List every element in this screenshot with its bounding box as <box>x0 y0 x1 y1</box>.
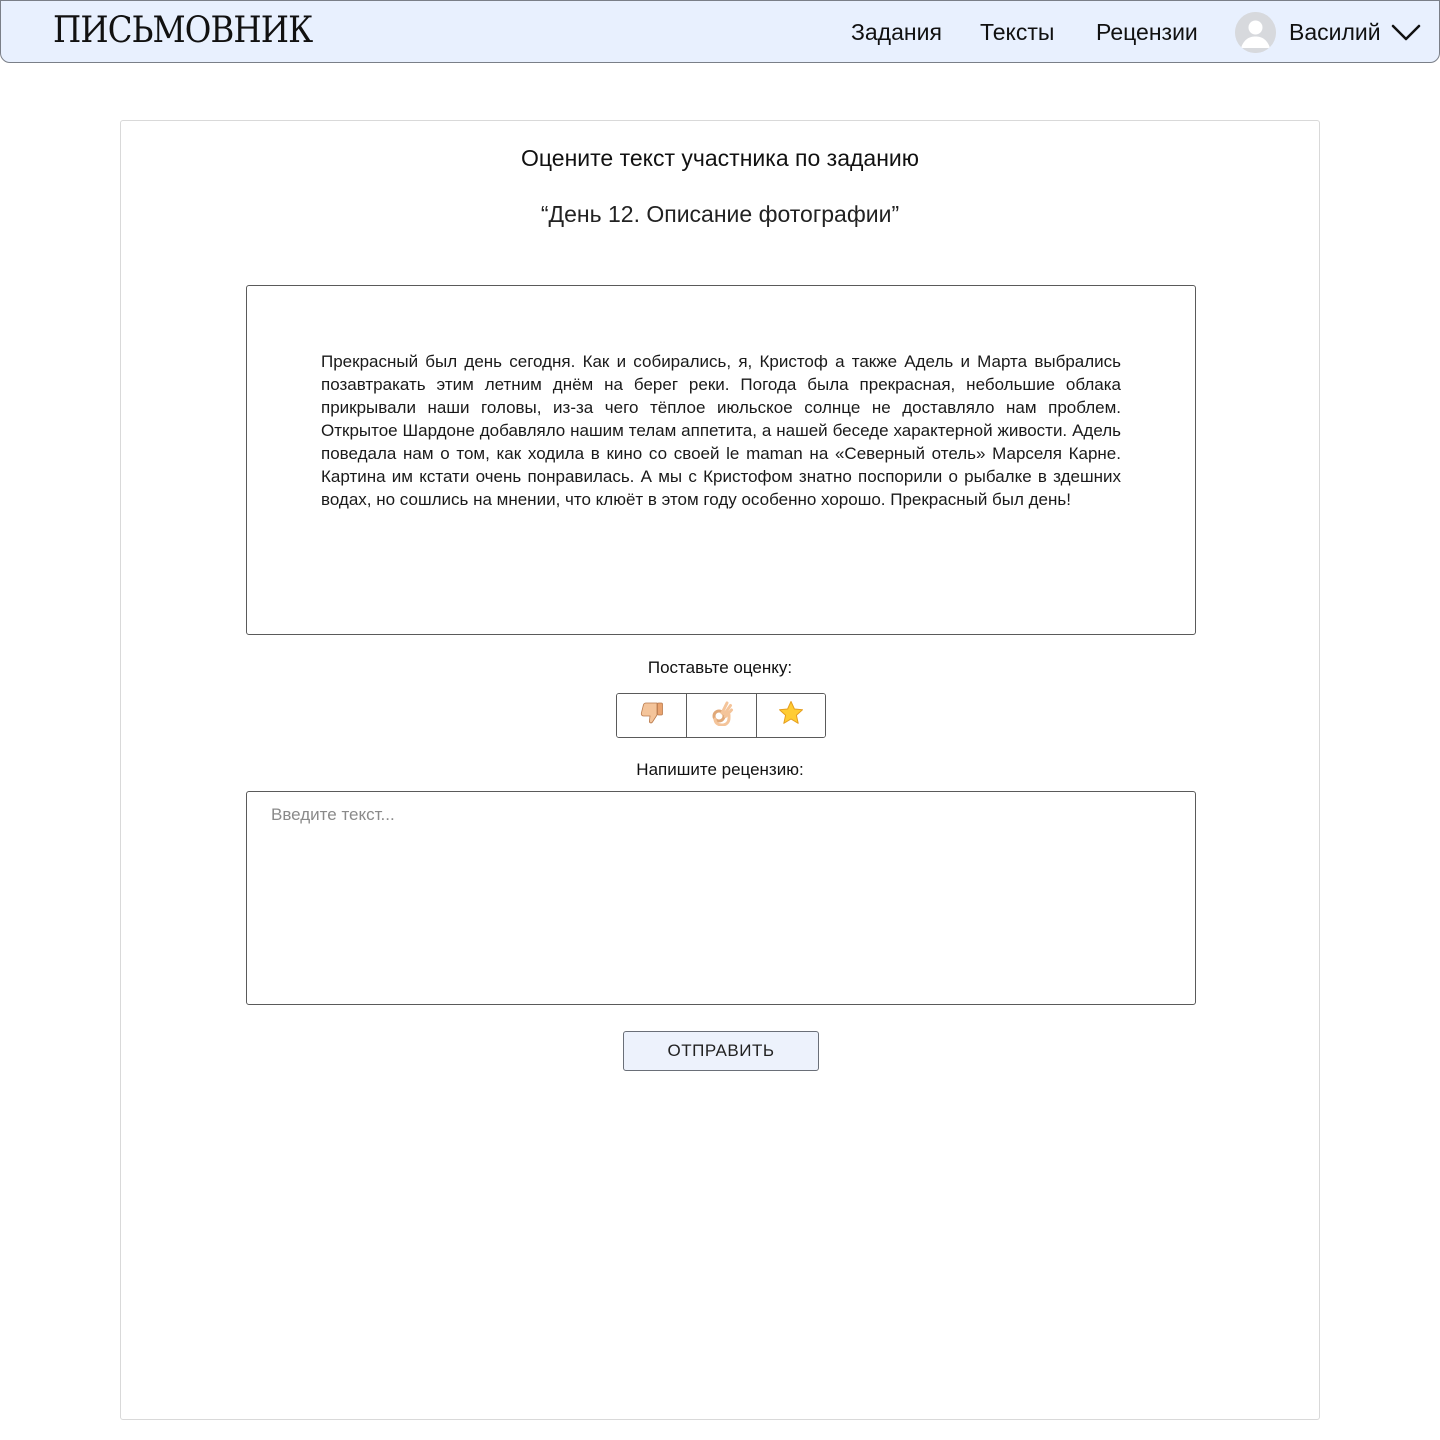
task-title: “День 12. Описание фотографии” <box>540 201 900 227</box>
site-logo[interactable]: ПИСЬМОВНИК <box>53 9 313 53</box>
user-menu[interactable]: Василий <box>1235 12 1425 53</box>
thumbs-down-icon <box>639 700 665 731</box>
review-card: Оцените текст участника по заданию “День… <box>120 120 1320 1420</box>
review-textarea[interactable] <box>246 791 1196 1005</box>
submission-text: Прекрасный был день сегодня. Как и собир… <box>321 352 1121 509</box>
nav-link-tasks[interactable]: Задания <box>851 17 942 47</box>
rating-dislike-button[interactable] <box>617 694 687 737</box>
nav-link-reviews[interactable]: Рецензии <box>1096 17 1198 47</box>
submit-button[interactable]: ОТПРАВИТЬ <box>623 1031 819 1071</box>
top-navigation-bar: ПИСЬМОВНИК Задания Тексты Рецензии Васил… <box>0 0 1440 63</box>
nav-link-texts[interactable]: Тексты <box>980 17 1054 47</box>
chevron-down-icon[interactable] <box>1391 22 1421 42</box>
page-title: Оцените текст участника по заданию <box>520 145 919 171</box>
rating-ok-button[interactable] <box>686 694 756 737</box>
user-name: Василий <box>1289 19 1381 45</box>
review-label: Напишите рецензию: <box>636 760 804 779</box>
user-avatar-icon <box>1235 12 1276 53</box>
submission-text-box: Прекрасный был день сегодня. Как и собир… <box>246 285 1196 635</box>
ok-hand-icon <box>709 700 735 731</box>
rating-selector <box>616 693 826 738</box>
star-icon <box>778 700 804 731</box>
rating-excellent-button[interactable] <box>755 694 825 737</box>
rating-label: Поставьте оценку: <box>647 658 793 677</box>
